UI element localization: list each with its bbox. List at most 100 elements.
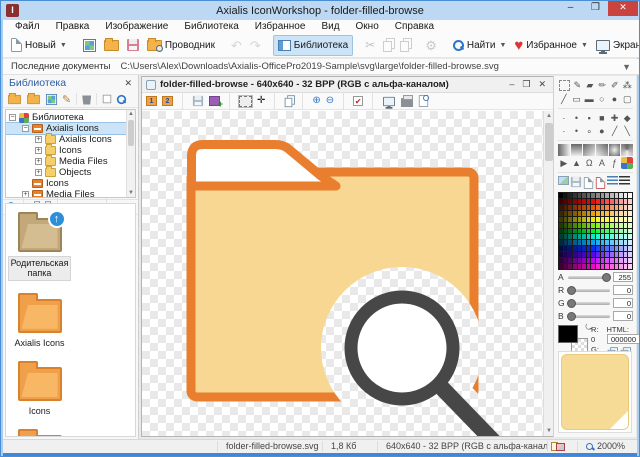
palette-color-cell[interactable] bbox=[623, 264, 628, 269]
palette-color-cell[interactable] bbox=[628, 252, 632, 258]
palette-color-cell[interactable] bbox=[623, 198, 628, 204]
palette-color-cell[interactable] bbox=[572, 264, 577, 269]
folder-item-2[interactable]: Icons bbox=[8, 361, 71, 417]
palette-color-cell[interactable] bbox=[628, 258, 632, 264]
palette-color-cell[interactable] bbox=[559, 210, 563, 216]
close-button[interactable]: ✕ bbox=[608, 1, 638, 16]
palette-color-cell[interactable] bbox=[591, 216, 595, 222]
library-panel-close-icon[interactable]: ✕ bbox=[124, 78, 132, 89]
palette-color-cell[interactable] bbox=[614, 216, 619, 222]
edit-pencil-icon[interactable]: ✎ bbox=[62, 93, 71, 106]
drawing-canvas[interactable] bbox=[142, 111, 543, 436]
palette-color-cell[interactable] bbox=[619, 234, 623, 240]
palette-color-cell[interactable] bbox=[600, 252, 605, 258]
palette-color-cell[interactable] bbox=[563, 240, 568, 246]
palette-color-cell[interactable] bbox=[586, 204, 591, 210]
minimize-button[interactable]: – bbox=[558, 1, 583, 16]
find-button[interactable]: Найти ▼ bbox=[449, 35, 510, 56]
tree-item-5[interactable]: + Objects bbox=[6, 166, 135, 178]
slider-value-field[interactable]: 0 bbox=[613, 285, 633, 295]
slider-thumb[interactable] bbox=[602, 272, 611, 282]
palette-color-cell[interactable] bbox=[559, 234, 563, 240]
palette-color-cell[interactable] bbox=[563, 210, 568, 216]
palette-color-cell[interactable] bbox=[568, 252, 572, 258]
palette-color-cell[interactable] bbox=[609, 240, 614, 246]
palette-color-cell[interactable] bbox=[600, 198, 605, 204]
palette-color-cell[interactable] bbox=[568, 234, 572, 240]
palette-color-cell[interactable] bbox=[568, 264, 572, 269]
copy-icon[interactable] bbox=[285, 97, 293, 108]
palette-color-cell[interactable] bbox=[609, 193, 614, 198]
palette-color-cell[interactable] bbox=[563, 198, 568, 204]
tree-item-7[interactable]: + Media Files bbox=[6, 189, 135, 197]
explorer-button[interactable]: Проводник bbox=[143, 35, 219, 56]
palette-color-cell[interactable] bbox=[609, 264, 614, 269]
palette-color-cell[interactable] bbox=[596, 264, 600, 269]
palette-color-cell[interactable] bbox=[568, 210, 572, 216]
palette-color-cell[interactable] bbox=[572, 222, 577, 228]
palette-color-cell[interactable] bbox=[559, 228, 563, 234]
maximize-button[interactable]: ❒ bbox=[583, 1, 608, 16]
line-tool[interactable]: ╱ bbox=[558, 93, 570, 105]
menu-item-2[interactable]: Изображение bbox=[98, 21, 175, 32]
save-palette-icon[interactable] bbox=[570, 176, 582, 188]
palette-color-cell[interactable] bbox=[623, 216, 628, 222]
palette-color-cell[interactable] bbox=[568, 193, 572, 198]
palette-list-icon[interactable] bbox=[607, 176, 618, 185]
pencil-tool[interactable]: ✏ bbox=[596, 79, 609, 91]
palette-color-cell[interactable] bbox=[559, 204, 563, 210]
brush-size-4[interactable]: ■ bbox=[596, 112, 608, 124]
palette-color-cell[interactable] bbox=[586, 210, 591, 216]
palette-color-cell[interactable] bbox=[582, 240, 586, 246]
save-button[interactable] bbox=[123, 35, 143, 56]
palette-color-cell[interactable] bbox=[596, 246, 600, 252]
filled-ellipse-tool[interactable]: ● bbox=[608, 93, 621, 105]
slider-value-field[interactable]: 0 bbox=[613, 311, 633, 321]
tree-item-4[interactable]: + Media Files bbox=[6, 155, 135, 167]
folder-item-0[interactable]: ↑ Родительская папка bbox=[7, 210, 72, 281]
palette-color-cell[interactable] bbox=[568, 198, 572, 204]
palette-color-cell[interactable] bbox=[614, 258, 619, 264]
palette-color-cell[interactable] bbox=[600, 210, 605, 216]
palette-color-cell[interactable] bbox=[600, 258, 605, 264]
effects-tool[interactable]: ƒ bbox=[608, 157, 621, 169]
palette-color-cell[interactable] bbox=[600, 216, 605, 222]
palette-color-cell[interactable] bbox=[623, 193, 628, 198]
menu-item-0[interactable]: Файл bbox=[8, 21, 47, 32]
copy-button[interactable] bbox=[379, 35, 396, 56]
palette-color-cell[interactable] bbox=[582, 234, 586, 240]
palette-color-cell[interactable] bbox=[572, 246, 577, 252]
brush-size-7[interactable]: · bbox=[558, 125, 570, 137]
settings-button[interactable]: ⚙ bbox=[421, 35, 441, 56]
palette-color-cell[interactable] bbox=[600, 193, 605, 198]
palette-color-cell[interactable] bbox=[586, 234, 591, 240]
palette-color-cell[interactable] bbox=[600, 204, 605, 210]
palette-color-cell[interactable] bbox=[600, 222, 605, 228]
palette-color-cell[interactable] bbox=[559, 246, 563, 252]
palette-color-cell[interactable] bbox=[600, 240, 605, 246]
cut-button[interactable]: ✂ bbox=[361, 35, 379, 56]
palette-color-cell[interactable] bbox=[572, 258, 577, 264]
palette-color-cell[interactable] bbox=[582, 198, 586, 204]
tree-item-2[interactable]: + Axialis Icons bbox=[6, 133, 135, 145]
slider-track[interactable] bbox=[567, 311, 610, 321]
delete-palette-icon[interactable] bbox=[595, 177, 606, 189]
palette-color-cell[interactable] bbox=[577, 234, 582, 240]
palette-color-cell[interactable] bbox=[586, 246, 591, 252]
tree-item-6[interactable]: Icons bbox=[6, 178, 135, 189]
slider-thumb[interactable] bbox=[567, 311, 576, 321]
palette-color-cell[interactable] bbox=[614, 222, 619, 228]
palette-color-cell[interactable] bbox=[619, 216, 623, 222]
html-color-field[interactable]: 000000 bbox=[606, 334, 639, 344]
swap-colors-icon[interactable]: ⤿ bbox=[585, 323, 592, 333]
palette-color-cell[interactable] bbox=[568, 216, 572, 222]
palette-color-cell[interactable] bbox=[600, 246, 605, 252]
palette-color-cell[interactable] bbox=[605, 210, 609, 216]
save-icon[interactable] bbox=[192, 95, 204, 107]
slider-track[interactable] bbox=[567, 285, 610, 295]
palette-color-cell[interactable] bbox=[572, 210, 577, 216]
palette-color-cell[interactable] bbox=[582, 193, 586, 198]
palette-color-cell[interactable] bbox=[582, 264, 586, 269]
palette-color-cell[interactable] bbox=[563, 234, 568, 240]
palette-color-cell[interactable] bbox=[614, 264, 619, 269]
